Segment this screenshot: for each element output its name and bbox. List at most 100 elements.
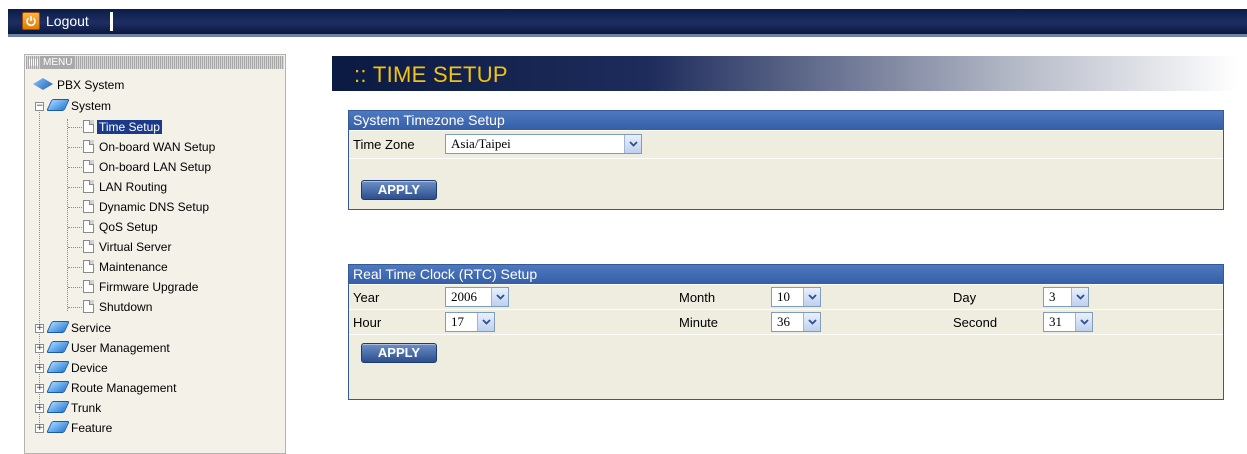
collapse-icon[interactable]: − xyxy=(35,102,44,111)
top-bar-background xyxy=(8,9,1247,34)
page-icon xyxy=(83,240,94,253)
month-select[interactable]: 10 xyxy=(771,287,821,307)
tree-item-maintenance[interactable]: Maintenance xyxy=(83,257,170,277)
tree-folder-service[interactable]: Service xyxy=(46,318,113,338)
tree-folder-route-management[interactable]: Route Management xyxy=(46,378,178,398)
rtc-panel-header: Real Time Clock (RTC) Setup xyxy=(349,265,1223,284)
chevron-down-icon[interactable] xyxy=(803,313,820,331)
year-label: Year xyxy=(353,290,380,305)
tree-item-virtual-server[interactable]: Virtual Server xyxy=(83,237,173,257)
tree-folder-user-management[interactable]: User Management xyxy=(46,338,172,358)
tree-line xyxy=(68,167,82,168)
minute-label: Minute xyxy=(679,315,719,330)
page-title: :: TIME SETUP xyxy=(354,62,508,87)
tree-line xyxy=(68,127,82,128)
folder-icon xyxy=(46,341,70,353)
expand-icon[interactable]: + xyxy=(35,344,44,353)
folder-icon xyxy=(46,99,70,111)
page-icon xyxy=(83,160,94,173)
power-icon[interactable] xyxy=(22,12,40,30)
grip-icon xyxy=(29,59,38,66)
tree-line xyxy=(68,287,82,288)
expand-icon[interactable]: + xyxy=(35,384,44,393)
expand-icon[interactable]: + xyxy=(35,324,44,333)
timezone-select[interactable]: Asia/Taipei xyxy=(445,134,642,154)
chevron-down-icon[interactable] xyxy=(1075,313,1092,331)
tree-line xyxy=(68,267,82,268)
expand-icon[interactable]: + xyxy=(35,424,44,433)
tree-item-time-setup[interactable]: Time Setup xyxy=(83,117,162,137)
rtc-apply-row: APPLY xyxy=(349,334,1223,398)
tree-item-lan-routing[interactable]: LAN Routing xyxy=(83,177,169,197)
expand-icon[interactable]: + xyxy=(35,404,44,413)
day-select[interactable]: 3 xyxy=(1043,287,1089,307)
tree-item-qos-setup[interactable]: QoS Setup xyxy=(83,217,160,237)
timezone-panel-header: System Timezone Setup xyxy=(349,111,1223,130)
expand-icon[interactable]: + xyxy=(35,364,44,373)
tree-folder-label: Device xyxy=(71,361,108,375)
tree-item-label: QoS Setup xyxy=(99,220,158,234)
tree-line xyxy=(68,247,82,248)
tree-folder-label: System xyxy=(71,99,112,113)
tree-line xyxy=(68,227,82,228)
minute-select-value: 36 xyxy=(777,314,790,329)
page-icon xyxy=(83,260,94,273)
tree-item-firmware-upgrade[interactable]: Firmware Upgrade xyxy=(83,277,200,297)
chevron-down-icon[interactable] xyxy=(1071,288,1088,306)
tree-item-label: Maintenance xyxy=(99,260,168,274)
sidebar-menu: MENU PBX System − System Time Setup On-b… xyxy=(24,54,286,454)
tree-folder-label: Service xyxy=(71,321,112,335)
tree-line xyxy=(39,107,40,429)
tree-item-onboard-wan-setup[interactable]: On-board WAN Setup xyxy=(83,137,217,157)
folder-icon xyxy=(46,361,70,373)
tree-folder-trunk[interactable]: Trunk xyxy=(46,398,103,418)
hour-select[interactable]: 17 xyxy=(445,312,495,332)
menu-header-label: MENU xyxy=(40,56,76,69)
tree-item-shutdown[interactable]: Shutdown xyxy=(83,297,154,317)
chevron-down-icon[interactable] xyxy=(803,288,820,306)
tree-line xyxy=(68,147,82,148)
tree-line xyxy=(68,307,82,308)
tree-folder-feature[interactable]: Feature xyxy=(46,418,114,438)
timezone-apply-button[interactable]: APPLY xyxy=(361,180,437,200)
tree-folder-label: Trunk xyxy=(71,401,102,415)
folder-icon xyxy=(46,421,70,433)
divider xyxy=(110,12,113,31)
page-icon xyxy=(83,220,94,233)
tree-line xyxy=(68,187,82,188)
page-icon xyxy=(83,120,94,133)
tree-folder-label: Feature xyxy=(71,421,113,435)
year-select[interactable]: 2006 xyxy=(445,287,509,307)
second-select[interactable]: 31 xyxy=(1043,312,1093,332)
tree-item-dynamic-dns-setup[interactable]: Dynamic DNS Setup xyxy=(83,197,211,217)
tree-folder-system[interactable]: System xyxy=(46,96,113,116)
tree-folder-label: Route Management xyxy=(71,381,177,395)
rtc-apply-button[interactable]: APPLY xyxy=(361,343,437,363)
tree-folder-device[interactable]: Device xyxy=(46,358,110,378)
top-bar-stripe xyxy=(8,34,1247,37)
timezone-label: Time Zone xyxy=(353,137,415,152)
logout-link[interactable]: Logout xyxy=(46,13,89,29)
folder-icon xyxy=(46,321,70,333)
chevron-down-icon[interactable] xyxy=(477,313,494,331)
tree-item-label: LAN Routing xyxy=(99,180,168,194)
page-icon xyxy=(83,180,94,193)
page-title-bar: :: TIME SETUP xyxy=(332,56,1238,91)
chevron-down-icon[interactable] xyxy=(624,135,641,153)
tree-line xyxy=(68,207,82,208)
tree-item-label: On-board LAN Setup xyxy=(99,160,212,174)
menu-header: MENU xyxy=(26,56,284,69)
tree-item-onboard-lan-setup[interactable]: On-board LAN Setup xyxy=(83,157,213,177)
tree-item-label: Dynamic DNS Setup xyxy=(99,200,210,214)
tree-item-label: Shutdown xyxy=(99,300,153,314)
minute-select[interactable]: 36 xyxy=(771,312,821,332)
tree-root-pbx-system[interactable]: PBX System xyxy=(33,75,126,95)
chevron-down-icon[interactable] xyxy=(491,288,508,306)
page-icon xyxy=(83,300,94,313)
page-icon xyxy=(83,200,94,213)
tree-root-label: PBX System xyxy=(57,78,125,92)
top-bar: Logout xyxy=(0,0,1247,38)
folder-icon xyxy=(46,381,70,393)
timezone-panel: System Timezone Setup Time Zone Asia/Tai… xyxy=(348,110,1224,210)
tree-item-label: Virtual Server xyxy=(99,240,172,254)
